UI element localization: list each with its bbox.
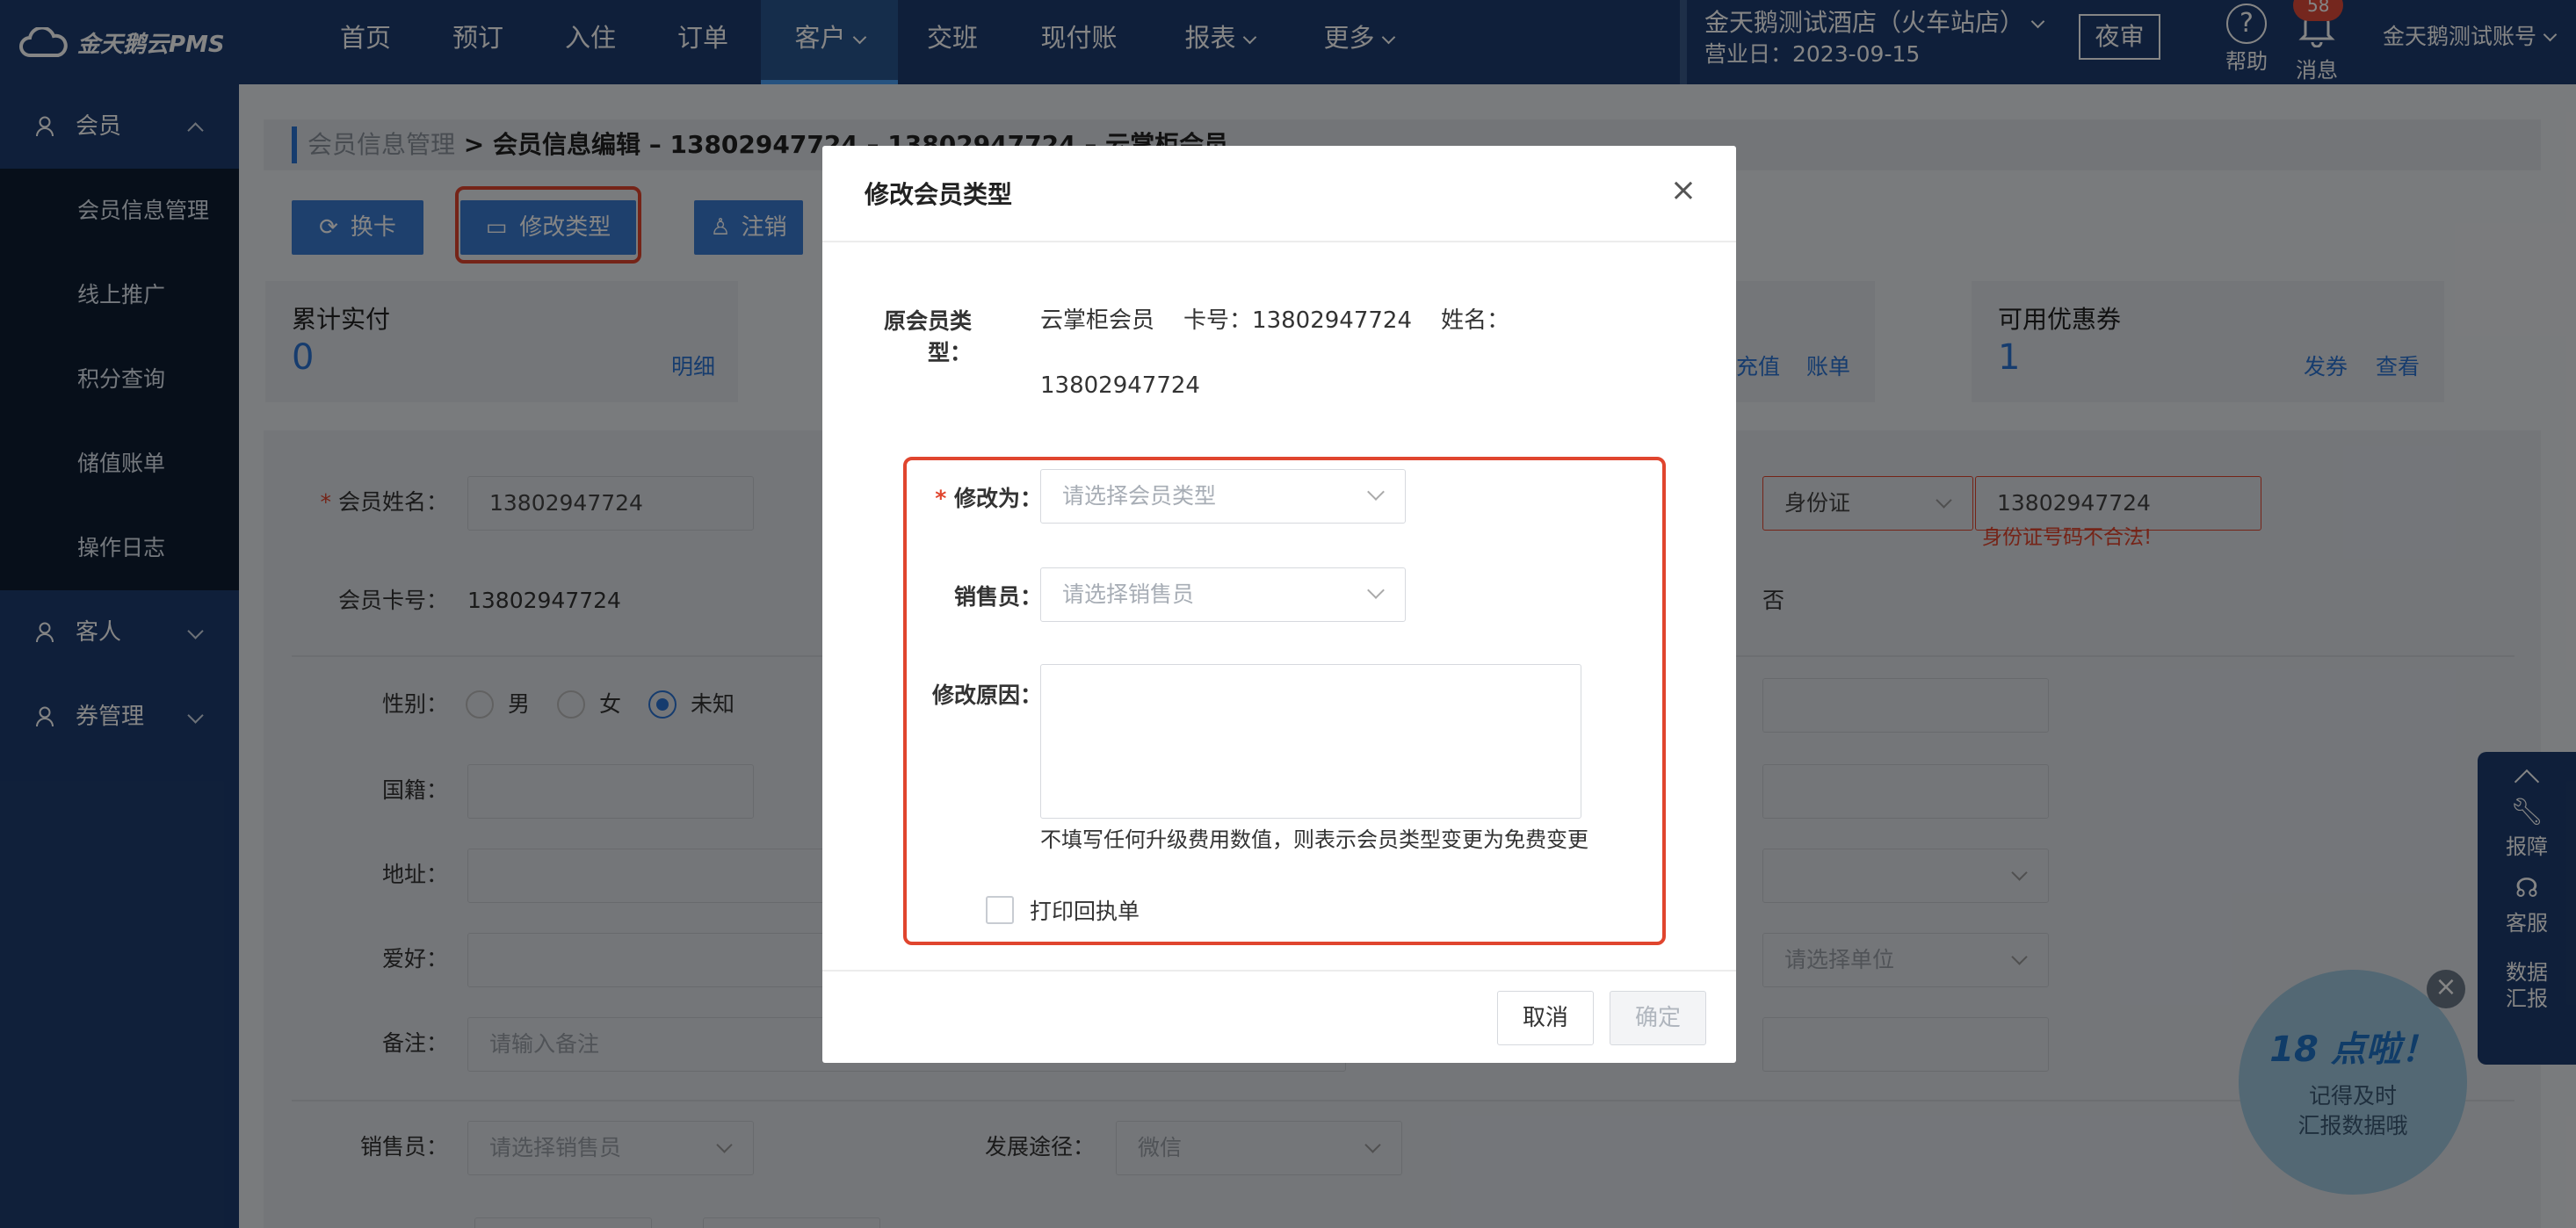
print-receipt-checkbox[interactable] <box>986 896 1014 924</box>
print-receipt-label: 打印回执单 <box>1030 899 1140 924</box>
original-name-value: 13802947724 <box>1040 372 1200 399</box>
dialog-header-divider <box>822 241 1736 242</box>
dialog-title: 修改会员类型 <box>865 180 1013 209</box>
confirm-button[interactable]: 确定 <box>1610 991 1706 1045</box>
chevron-down-icon <box>1367 581 1385 599</box>
member-type-select[interactable]: 请选择会员类型 <box>1040 469 1406 524</box>
chevron-down-icon <box>1367 483 1385 501</box>
close-icon[interactable]: × <box>1668 175 1699 209</box>
original-type-value: 云掌柜会员 卡号：13802947724 姓名： <box>1040 307 1510 334</box>
change-member-type-dialog: 修改会员类型 × 原会员类型： 云掌柜会员 卡号：13802947724 姓名：… <box>822 146 1736 1063</box>
change-reason-textarea[interactable] <box>1040 664 1581 819</box>
change-to-label: * 修改为： <box>935 486 1042 511</box>
dialog-sales-select[interactable]: 请选择销售员 <box>1040 567 1406 622</box>
dialog-footer-divider <box>822 970 1736 972</box>
free-change-hint: 不填写任何升级费用数值，则表示会员类型变更为免费变更 <box>1040 827 1588 852</box>
change-reason-label: 修改原因： <box>931 683 1042 708</box>
original-type-label: 原会员类型： <box>883 308 972 365</box>
dialog-sales-label: 销售员： <box>953 584 1042 610</box>
cancel-button[interactable]: 取消 <box>1497 991 1594 1045</box>
